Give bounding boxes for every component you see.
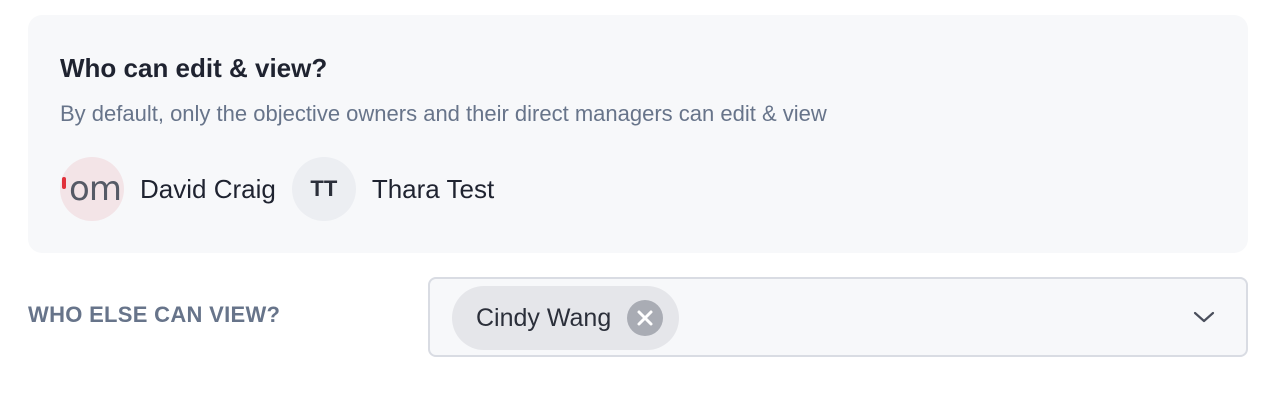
avatar-initials: TT: [291, 157, 356, 221]
close-icon[interactable]: [627, 300, 664, 336]
chip-label: Cindy Wang: [476, 303, 612, 332]
person-name: Thara Test: [371, 173, 495, 204]
chevron-down-icon[interactable]: [1192, 305, 1216, 329]
selected-viewer-chip: Cindy Wang: [452, 286, 680, 350]
who-else-can-view-label: WHO ELSE CAN VIEW?: [28, 302, 281, 327]
viewers-multiselect[interactable]: Cindy Wang: [428, 277, 1248, 357]
panel-description: By default, only the objective owners an…: [60, 101, 827, 126]
avatar: om: [60, 157, 124, 221]
person-name: David Craig: [140, 173, 276, 204]
panel-title: Who can edit & view?: [60, 53, 328, 83]
person-item-thara-test: TT Thara Test: [291, 157, 495, 221]
people-list: om David Craig TT Thara Test: [60, 157, 510, 221]
logo-accent-mark: [62, 177, 66, 189]
edit-view-permissions-panel: Who can edit & view? By default, only th…: [28, 15, 1248, 253]
person-item-david-craig: om David Craig: [60, 157, 276, 221]
avatar-logo-text: om: [69, 169, 122, 209]
